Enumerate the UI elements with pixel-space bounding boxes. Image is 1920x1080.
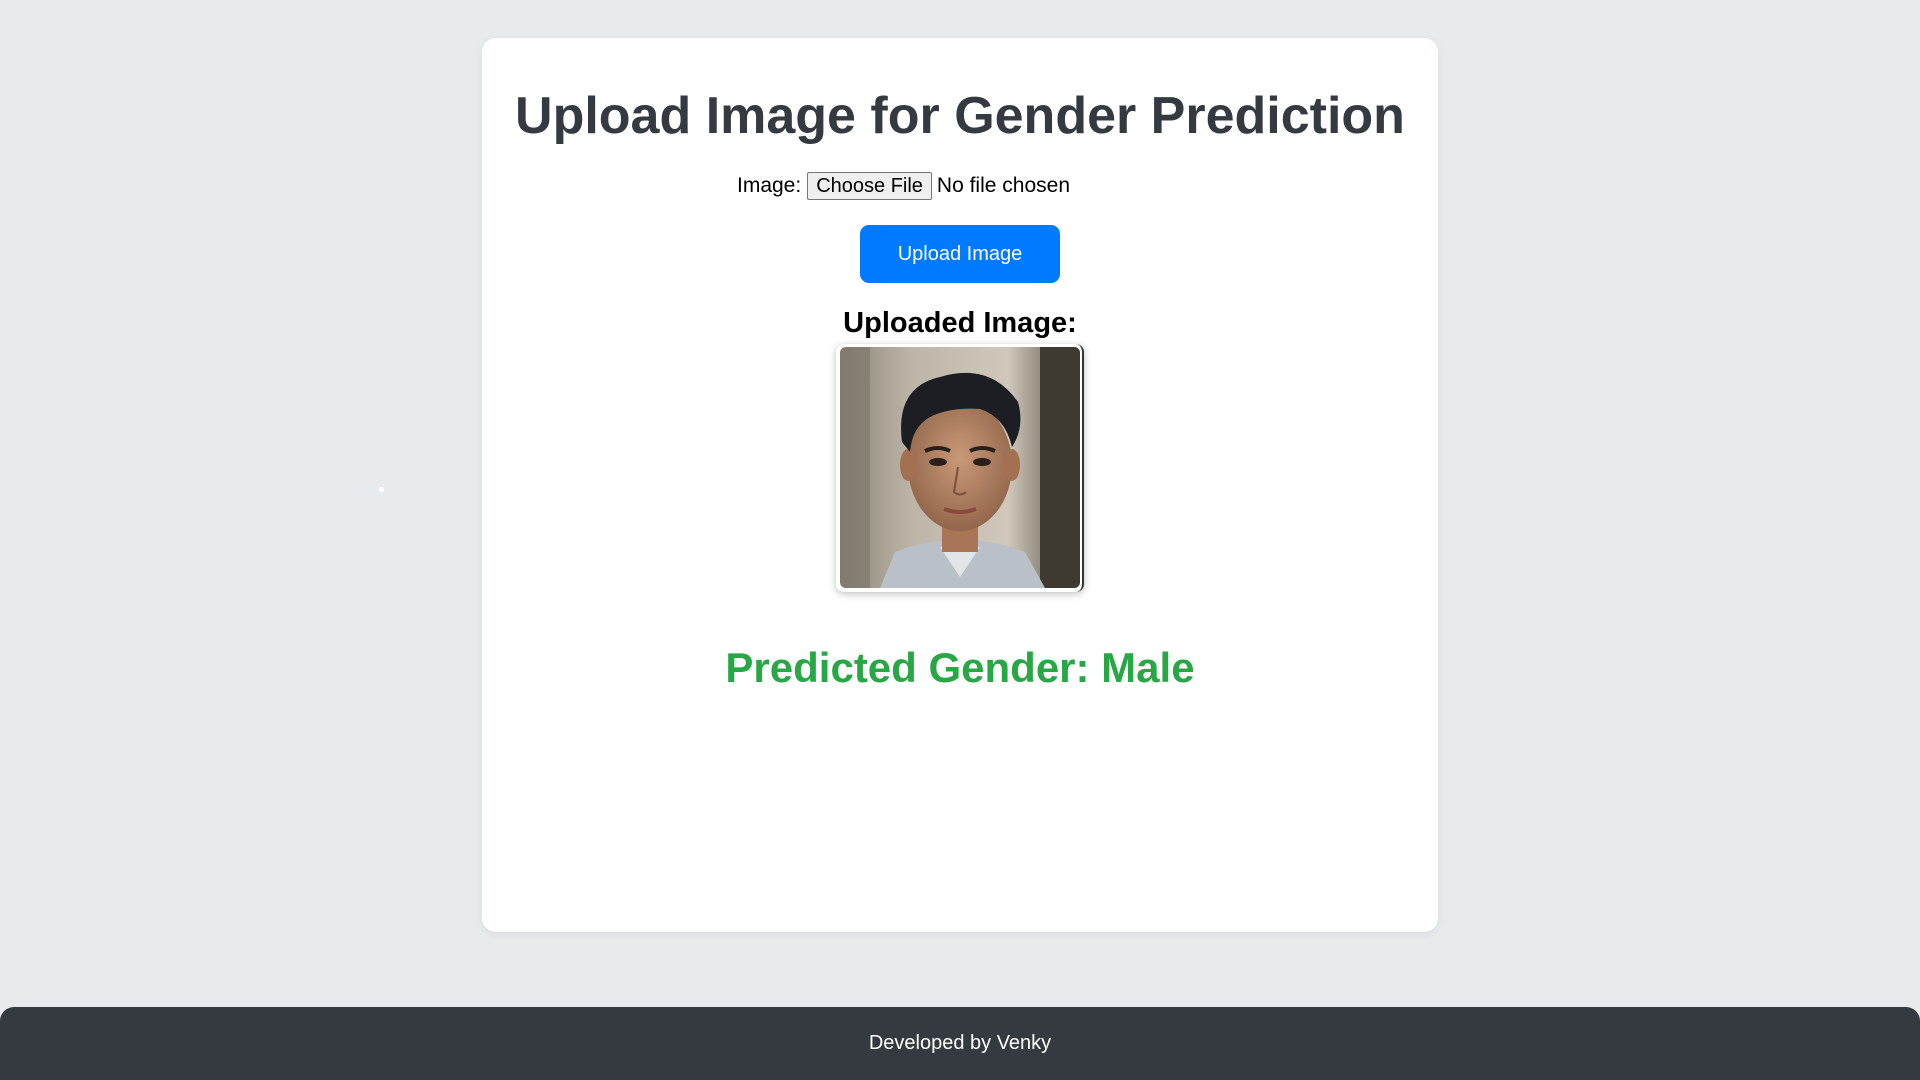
- footer: Developed by Venky: [0, 1007, 1920, 1080]
- uploaded-image-frame: [836, 344, 1084, 592]
- image-label: Image:: [737, 174, 802, 197]
- predicted-gender-result: Predicted Gender: Male: [725, 644, 1195, 691]
- uploaded-image: [840, 347, 1080, 588]
- choose-file-button[interactable]: Choose File: [807, 172, 932, 200]
- stray-dot: [379, 487, 384, 492]
- upload-image-button[interactable]: Upload Image: [860, 225, 1060, 283]
- file-status-text: No file chosen: [936, 174, 1070, 197]
- uploaded-image-heading: Uploaded Image:: [843, 307, 1077, 339]
- footer-credit: Developed by Venky: [868, 1032, 1052, 1054]
- page-title: Upload Image for Gender Prediction: [515, 87, 1405, 145]
- file-input-row: Image: Choose File No file chosen: [737, 172, 1070, 200]
